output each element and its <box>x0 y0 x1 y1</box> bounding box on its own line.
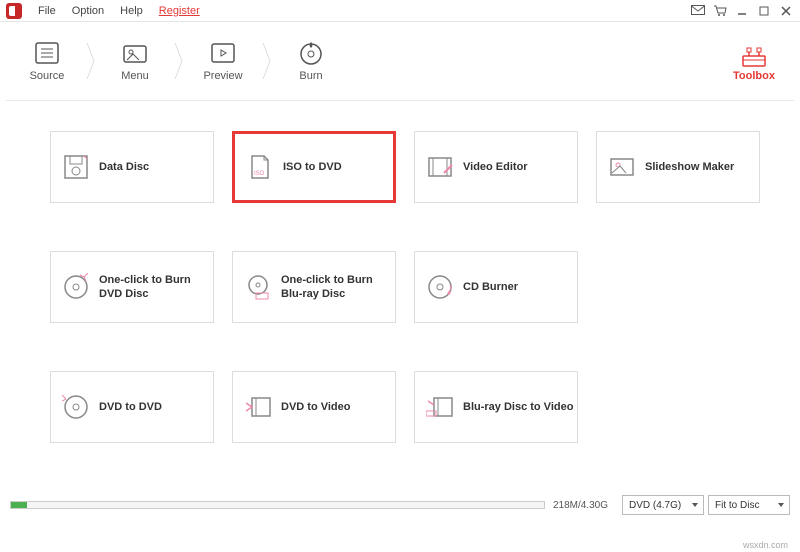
card-video-editor[interactable]: Video Editor <box>414 131 578 203</box>
card-label: CD Burner <box>463 280 518 294</box>
minimize-icon[interactable] <box>734 3 750 19</box>
card-label: One-click to Burn DVD Disc <box>99 273 213 302</box>
card-grid: Data Disc ISO ISO to DVD Video Editor Sl… <box>0 101 800 463</box>
step-preview[interactable]: Preview <box>184 26 262 96</box>
step-source[interactable]: Source <box>8 26 86 96</box>
iso-file-icon: ISO <box>245 152 275 182</box>
preview-icon <box>209 40 237 66</box>
bluray-video-icon <box>425 392 455 422</box>
toolbar: Source Menu Preview Burn Toolbox <box>0 22 800 100</box>
maximize-icon[interactable] <box>756 3 772 19</box>
menu-option[interactable]: Option <box>64 3 112 19</box>
empty-cell <box>596 371 760 443</box>
card-dvd-to-video[interactable]: DVD to Video <box>232 371 396 443</box>
disc-burn-icon <box>61 272 91 302</box>
toolbox-label: Toolbox <box>733 70 775 82</box>
step-burn[interactable]: Burn <box>272 26 350 96</box>
cd-icon <box>425 272 455 302</box>
bluray-burn-icon <box>243 272 273 302</box>
card-one-click-dvd[interactable]: One-click to Burn DVD Disc <box>50 251 214 323</box>
card-label: ISO to DVD <box>283 160 342 174</box>
fit-dropdown[interactable]: Fit to Disc <box>708 495 790 515</box>
video-editor-icon <box>425 152 455 182</box>
card-iso-to-dvd[interactable]: ISO ISO to DVD <box>232 131 396 203</box>
menu-icon <box>121 40 149 66</box>
menu-help[interactable]: Help <box>112 3 151 19</box>
card-label: DVD to DVD <box>99 400 162 414</box>
card-data-disc[interactable]: Data Disc <box>50 131 214 203</box>
card-one-click-bluray[interactable]: One-click to Burn Blu-ray Disc <box>232 251 396 323</box>
statusbar: 218M/4.30G DVD (4.7G) Fit to Disc wsxdn.… <box>0 492 800 552</box>
card-label: One-click to Burn Blu-ray Disc <box>281 273 395 302</box>
card-cd-burner[interactable]: CD Burner <box>414 251 578 323</box>
source-icon <box>33 40 61 66</box>
svg-text:ISO: ISO <box>254 171 265 177</box>
card-dvd-to-dvd[interactable]: DVD to DVD <box>50 371 214 443</box>
floppy-icon <box>61 152 91 182</box>
titlebar: File Option Help Register <box>0 0 800 22</box>
progress-text: 218M/4.30G <box>553 500 608 511</box>
progress-fill <box>11 502 27 508</box>
empty-cell <box>596 251 760 323</box>
card-bluray-to-video[interactable]: Blu-ray Disc to Video <box>414 371 578 443</box>
app-logo-icon <box>6 3 22 19</box>
step-preview-label: Preview <box>203 70 242 82</box>
progress-bar <box>10 501 545 509</box>
disc-type-dropdown[interactable]: DVD (4.7G) <box>622 495 704 515</box>
card-slideshow-maker[interactable]: Slideshow Maker <box>596 131 760 203</box>
close-icon[interactable] <box>778 3 794 19</box>
watermark: wsxdn.com <box>743 540 788 550</box>
dvd-video-icon <box>243 392 273 422</box>
chevron-icon <box>262 26 272 96</box>
chevron-icon <box>86 26 96 96</box>
card-label: DVD to Video <box>281 400 350 414</box>
card-label: Slideshow Maker <box>645 160 734 174</box>
slideshow-icon <box>607 152 637 182</box>
toolbox-button[interactable]: Toolbox <box>722 30 786 94</box>
cart-icon[interactable] <box>712 3 728 19</box>
mail-icon[interactable] <box>690 3 706 19</box>
step-menu-label: Menu <box>121 70 149 82</box>
step-burn-label: Burn <box>299 70 322 82</box>
menu-register[interactable]: Register <box>151 3 208 19</box>
card-label: Video Editor <box>463 160 528 174</box>
card-label: Blu-ray Disc to Video <box>463 400 573 414</box>
step-source-label: Source <box>30 70 65 82</box>
dvd-copy-icon <box>61 392 91 422</box>
menu-file[interactable]: File <box>30 3 64 19</box>
card-label: Data Disc <box>99 160 149 174</box>
burn-icon <box>297 40 325 66</box>
step-menu[interactable]: Menu <box>96 26 174 96</box>
chevron-icon <box>174 26 184 96</box>
toolbox-icon <box>739 42 769 68</box>
